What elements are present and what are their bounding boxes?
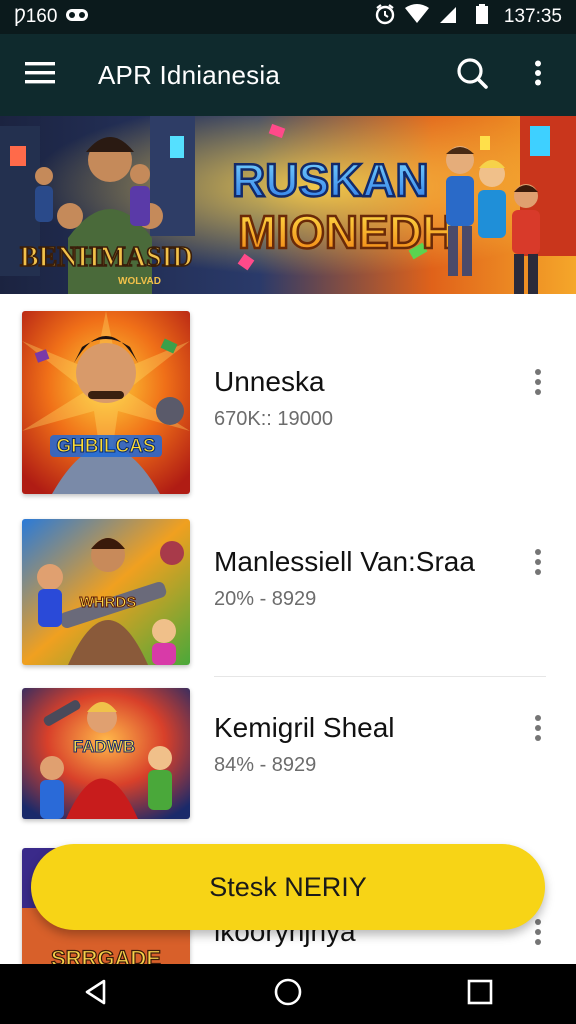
list-item-thumbnail: FADWB (22, 688, 190, 819)
back-icon (82, 978, 110, 1011)
featured-banner[interactable]: BENHMASID WOLVAD RUSKAN MIONEDH (0, 116, 576, 294)
list-item-more-button[interactable] (520, 542, 556, 586)
voicemail-icon (65, 6, 89, 28)
banner-left-logo: BENHMASID (20, 242, 193, 273)
thumbnail-label: SRRGADE (51, 946, 161, 964)
search-icon (456, 57, 488, 94)
list-item-more-button[interactable] (520, 708, 556, 752)
list-item-title: Manlessiell Van:Sraa (214, 546, 475, 577)
list-item[interactable]: WHRDS Manlessiell Van:Sraa 20% - 8929 (0, 504, 576, 676)
list-item[interactable]: GHBILCAS Unneska 670K:: 19000 (0, 294, 576, 504)
carrier-label: Ƿ160 (14, 6, 58, 27)
more-vertical-icon (534, 918, 542, 951)
more-vertical-icon (534, 368, 542, 401)
more-vertical-icon (534, 60, 542, 91)
primary-action-button[interactable]: Stesk NERIY (31, 844, 545, 930)
recents-icon (467, 979, 493, 1010)
more-vertical-icon (534, 548, 542, 581)
status-left: Ƿ160 (14, 6, 89, 28)
home-icon (273, 977, 303, 1012)
overflow-menu-button[interactable] (516, 53, 560, 97)
banner-artwork: BENHMASID WOLVAD RUSKAN MIONEDH (0, 116, 576, 294)
more-vertical-icon (534, 714, 542, 747)
list-item-subtitle: 670K:: 19000 (214, 408, 333, 430)
list-item-thumbnail: GHBILCAS (22, 311, 190, 494)
status-right: 137:35 (374, 3, 562, 31)
recents-button[interactable] (450, 964, 510, 1024)
list-item-title: Unneska (214, 366, 325, 397)
list-item-more-button[interactable] (520, 362, 556, 406)
list-item-title: Kemigril Sheal (214, 712, 395, 743)
status-bar: Ƿ160 137:35 (0, 0, 576, 34)
app-title: APR Idnianesia (98, 59, 281, 90)
app-toolbar: APR Idnianesia (0, 34, 576, 116)
list-item-subtitle: 20% - 8929 (214, 588, 317, 610)
list-item[interactable]: FADWB Kemigril Sheal 84% - 8929 (0, 676, 576, 836)
thumbnail-label: FADWB (73, 737, 135, 756)
thumbnail-label: GHBILCAS (56, 436, 155, 457)
clock-time: 137:35 (503, 6, 562, 27)
wifi-icon (404, 4, 430, 30)
list-item-subtitle: 84% - 8929 (214, 754, 317, 776)
signal-icon (438, 4, 458, 30)
banner-left-logo-small: WOLVAD (118, 276, 161, 287)
menu-button[interactable] (18, 53, 62, 97)
banner-title-line2: MIONEDH (238, 206, 455, 258)
thumbnail-label: WHRDS (80, 594, 137, 611)
list-item-thumbnail: WHRDS (22, 519, 190, 665)
home-button[interactable] (258, 964, 318, 1024)
menu-icon (25, 61, 55, 89)
search-button[interactable] (450, 53, 494, 97)
back-button[interactable] (66, 964, 126, 1024)
battery-icon (475, 4, 488, 30)
alarm-icon (374, 3, 396, 31)
system-nav-bar (0, 964, 576, 1024)
banner-title-line1: RUSKAN (232, 154, 429, 206)
